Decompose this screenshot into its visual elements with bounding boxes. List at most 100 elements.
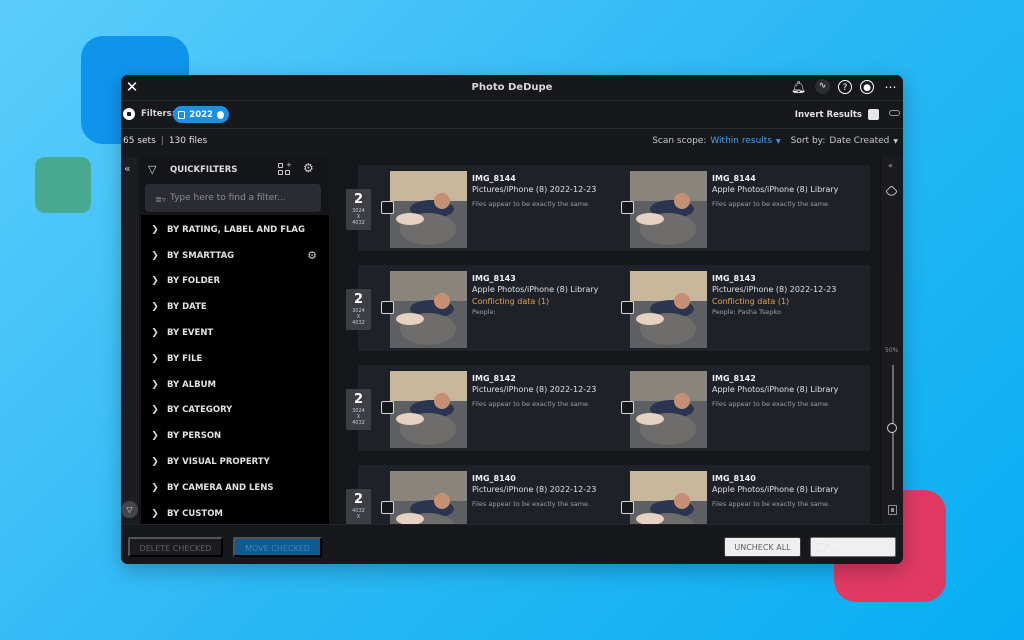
photo-thumbnail[interactable] <box>390 171 467 248</box>
remove-chip-icon[interactable] <box>216 110 224 119</box>
quickfilter-item[interactable]: ❯ BY EVENT <box>141 320 329 346</box>
file-checkbox[interactable] <box>381 201 394 214</box>
quickfilter-label: BY FOLDER <box>167 276 220 287</box>
duplicate-set: 2 3024 X 4032 IMG_8143 Apple Photos/iPhone (8… <box>330 263 880 353</box>
duplicate-file[interactable]: IMG_8140 Apple Photos/iPhone (8) Library F… <box>621 471 872 524</box>
photo-thumbnail[interactable] <box>630 171 707 248</box>
file-info: IMG_8142 Apple Photos/iPhone (8) Library F… <box>712 373 872 409</box>
file-info: IMG_8140 Apple Photos/iPhone (8) Library F… <box>712 473 872 509</box>
set-dims-height: 4032 <box>352 420 365 426</box>
file-info: IMG_8143 Apple Photos/iPhone (8) Library C… <box>472 273 632 317</box>
quickfilter-item[interactable]: ❯ BY CUSTOM <box>141 501 329 527</box>
photo-thumbnail[interactable] <box>390 271 467 348</box>
conflict-warning[interactable]: Conflicting data (1) <box>472 296 632 307</box>
quickfilter-item[interactable]: ❯ BY ALBUM <box>141 372 329 398</box>
gear-icon[interactable]: ⚙ <box>307 249 317 262</box>
quickfilter-item[interactable]: ❯ BY VISUAL PROPERTY <box>141 449 329 475</box>
file-checkbox[interactable] <box>381 401 394 414</box>
file-checkbox[interactable] <box>381 301 394 314</box>
quickfilter-item[interactable]: ❯ BY CATEGORY <box>141 398 329 424</box>
more-icon[interactable]: ⋯ <box>882 79 899 96</box>
file-name: IMG_8144 <box>472 174 516 183</box>
duplicate-file[interactable]: IMG_8143 Apple Photos/iPhone (8) Library C… <box>381 271 632 349</box>
calendar-icon <box>178 110 186 119</box>
file-name: IMG_8143 <box>472 274 516 283</box>
move-checked-button[interactable]: MOVE CHECKED <box>233 537 322 557</box>
file-name: IMG_8142 <box>472 374 516 383</box>
manage-filters-icon[interactable]: + <box>278 162 292 175</box>
set-file-count: 2 <box>353 492 364 507</box>
duplicate-sets-list: 2 3024 X 4032 IMG_8144 Pictures/iPhone (8) 20… <box>330 157 880 524</box>
filter-search-input[interactable] <box>145 184 321 212</box>
invert-results-label: Invert Results <box>794 109 862 120</box>
filter-toggle-icon[interactable]: ▽ <box>121 501 138 518</box>
funnel-icon: ▽ <box>148 163 157 176</box>
photo-thumbnail[interactable] <box>630 471 707 524</box>
quickfilter-item[interactable]: ❯ BY SMARTTAG ⚙ <box>141 243 329 269</box>
gear-icon[interactable]: ⚙ <box>303 161 314 175</box>
delete-checked-button[interactable]: DELETE CHECKED <box>128 537 223 557</box>
duplicate-file[interactable]: IMG_8142 Pictures/iPhone (8) 2022-12-23 Fi… <box>381 371 630 449</box>
clear-filters-icon[interactable] <box>123 108 135 120</box>
link-icon[interactable] <box>889 110 900 116</box>
quickfilter-item[interactable]: ❯ BY FOLDER <box>141 269 329 295</box>
photo-thumbnail[interactable] <box>630 271 707 348</box>
set-dims-x: X <box>356 514 361 520</box>
zoom-slider-handle[interactable] <box>887 423 897 433</box>
file-note: Files appear to be exactly the same. <box>472 200 591 208</box>
collapse-left-icon[interactable]: « <box>124 162 131 175</box>
tag-icon[interactable] <box>885 185 898 198</box>
file-info: IMG_8144 Apple Photos/iPhone (8) Library F… <box>712 173 872 209</box>
chevron-down-icon[interactable]: ▼ <box>776 138 781 145</box>
quickfilter-label: BY SMARTTAG <box>167 250 235 261</box>
photo-thumbnail[interactable] <box>390 371 467 448</box>
chevron-right-icon: ❯ <box>151 224 159 235</box>
scope-sort-controls: Scan scope: Within results ▼ Sort by: Da… <box>652 136 898 146</box>
quickfilters-title: QUICKFILTERS <box>170 165 238 175</box>
conflict-warning[interactable]: Conflicting data (1) <box>712 296 872 307</box>
photo-thumbnail[interactable] <box>390 471 467 524</box>
duplicate-file[interactable]: IMG_8140 Pictures/iPhone (8) 2022-12-23 Fi… <box>381 471 630 524</box>
sort-by-dropdown[interactable]: Date Created <box>829 136 889 146</box>
file-people: People: <box>472 308 496 316</box>
quickfilter-item[interactable]: ❯ BY FILE <box>141 346 329 372</box>
file-name: IMG_8142 <box>712 374 756 383</box>
quickfilter-item[interactable]: ❯ BY RATING, LABEL AND FLAG <box>141 217 329 243</box>
quickfilter-label: BY FILE <box>167 353 203 364</box>
file-checkbox[interactable] <box>621 301 634 314</box>
filter-search-wrap <box>141 183 329 215</box>
quickfilter-item[interactable]: ❯ BY PERSON <box>141 423 329 449</box>
chevron-right-icon: ❯ <box>151 405 159 416</box>
auto-check-button[interactable]: AUTO-CHECK <box>810 536 896 557</box>
scan-scope-dropdown[interactable]: Within results <box>710 136 772 146</box>
bell-icon[interactable]: 🔔︎ <box>790 79 807 96</box>
chevron-right-icon: ❯ <box>151 482 159 493</box>
chevron-down-icon[interactable]: ▼ <box>893 138 898 145</box>
fit-view-icon[interactable] <box>888 505 897 515</box>
file-checkbox[interactable] <box>621 201 634 214</box>
account-icon[interactable]: ● <box>860 80 874 94</box>
collapse-right-icon[interactable]: « <box>888 161 893 170</box>
duplicate-file[interactable]: IMG_8143 Pictures/iPhone (8) 2022-12-23 Co… <box>621 271 872 349</box>
duplicate-file[interactable]: IMG_8142 Apple Photos/iPhone (8) Library F… <box>621 371 872 449</box>
set-dims-height: 4032 <box>352 320 365 326</box>
duplicate-file[interactable]: IMG_8144 Pictures/iPhone (8) 2022-12-23 Fi… <box>381 171 630 249</box>
quickfilter-label: BY EVENT <box>167 328 214 339</box>
activity-icon[interactable]: ∿ <box>815 79 830 94</box>
filter-chip-year[interactable]: 2022 <box>173 106 229 123</box>
quickfilter-item[interactable]: ❯ BY DATE <box>141 294 329 320</box>
file-checkbox[interactable] <box>621 501 634 514</box>
file-path: Apple Photos/iPhone (8) Library <box>712 385 839 394</box>
file-checkbox[interactable] <box>381 501 394 514</box>
quickfilter-label: BY DATE <box>167 302 207 313</box>
chevron-right-icon: ❯ <box>151 302 159 313</box>
quickfilter-item[interactable]: ❯ BY CAMERA AND LENS <box>141 475 329 501</box>
duplicate-set: 2 3024 X 4032 IMG_8142 Pictures/iPhone (8) 20… <box>330 363 880 453</box>
file-checkbox[interactable] <box>621 401 634 414</box>
quickfilter-label: BY VISUAL PROPERTY <box>167 457 270 468</box>
help-icon[interactable]: ? <box>838 80 852 94</box>
duplicate-file[interactable]: IMG_8144 Apple Photos/iPhone (8) Library F… <box>621 171 872 249</box>
invert-results-button[interactable]: Invert Results <box>795 109 879 120</box>
uncheck-all-button[interactable]: UNCHECK ALL <box>724 537 801 557</box>
photo-thumbnail[interactable] <box>630 371 707 448</box>
